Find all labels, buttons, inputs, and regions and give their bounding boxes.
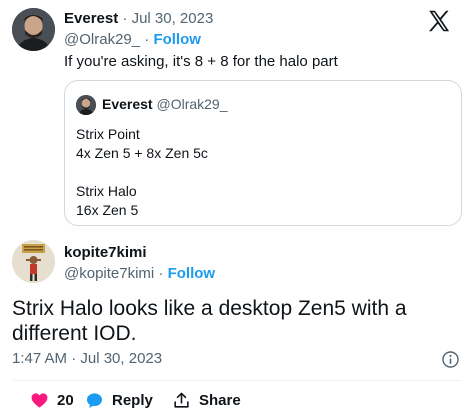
quoted-line: Strix Halo bbox=[76, 183, 137, 199]
reply-button[interactable]: Reply bbox=[85, 388, 153, 412]
tweet-text: If you're asking, it's 8 + 8 for the hal… bbox=[64, 53, 338, 70]
like-button[interactable]: 20 bbox=[30, 388, 74, 412]
tweet-timestamp[interactable]: 1:47 AM · Jul 30, 2023 bbox=[12, 350, 162, 367]
like-count: 20 bbox=[57, 391, 74, 409]
date-separator: · bbox=[122, 10, 128, 27]
follow-separator: · bbox=[158, 265, 164, 282]
info-icon[interactable] bbox=[441, 350, 460, 369]
follow-separator: · bbox=[144, 31, 150, 48]
avatar[interactable] bbox=[12, 8, 55, 51]
author-line: Everest · Jul 30, 2023 bbox=[64, 10, 213, 27]
quoted-line: 16x Zen 5 bbox=[76, 202, 139, 218]
speech-bubble-icon bbox=[86, 392, 103, 408]
author-handle[interactable]: @Olrak29_ bbox=[64, 31, 140, 48]
quoted-line: 4x Zen 5 + 8x Zen 5c bbox=[76, 145, 208, 161]
quoted-line bbox=[76, 163, 208, 182]
quoted-line: Strix Point bbox=[76, 126, 140, 142]
avatar[interactable] bbox=[12, 240, 55, 283]
quoted-author-line: Everest @Olrak29_ bbox=[102, 96, 228, 112]
follow-button[interactable]: Follow bbox=[168, 265, 216, 282]
share-icon bbox=[174, 392, 189, 408]
handle-line: @kopite7kimi · Follow bbox=[64, 265, 215, 282]
author-name[interactable]: Everest bbox=[64, 10, 118, 27]
reply-label: Reply bbox=[112, 391, 153, 409]
share-label: Share bbox=[199, 391, 241, 409]
author-handle[interactable]: @kopite7kimi bbox=[64, 265, 154, 282]
tweet-date[interactable]: Jul 30, 2023 bbox=[132, 10, 214, 27]
quoted-author-handle: @Olrak29_ bbox=[156, 96, 228, 112]
heart-icon bbox=[31, 392, 48, 408]
tweet-embed-card: Everest · Jul 30, 2023 @Olrak29_ · Follo… bbox=[0, 0, 474, 415]
avatar bbox=[76, 95, 96, 115]
share-button[interactable]: Share bbox=[172, 388, 241, 412]
handle-line: @Olrak29_ · Follow bbox=[64, 31, 201, 48]
quoted-author-name: Everest bbox=[102, 96, 153, 112]
quoted-tweet[interactable]: Everest @Olrak29_ Strix Point 4x Zen 5 +… bbox=[64, 80, 462, 226]
follow-button[interactable]: Follow bbox=[153, 31, 201, 48]
author-name[interactable]: kopite7kimi bbox=[64, 244, 147, 261]
quoted-tweet-text: Strix Point 4x Zen 5 + 8x Zen 5c Strix H… bbox=[76, 125, 208, 220]
divider bbox=[12, 380, 462, 381]
x-logo-icon[interactable] bbox=[426, 8, 452, 34]
tweet-text: Strix Halo looks like a desktop Zen5 wit… bbox=[12, 297, 407, 345]
